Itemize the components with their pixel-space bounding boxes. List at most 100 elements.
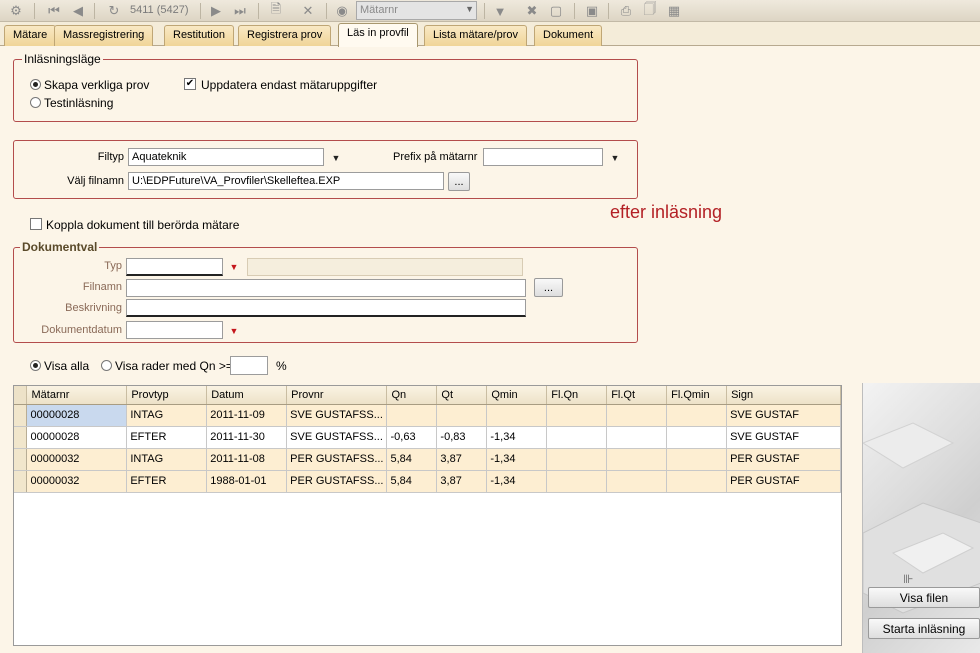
- column-header-matarnr[interactable]: Mätarnr: [26, 386, 128, 405]
- table-cell[interactable]: [546, 470, 608, 493]
- tab-massregistrering[interactable]: Massregistrering: [54, 25, 154, 46]
- table-cell[interactable]: -1,34: [486, 426, 548, 449]
- table-cell[interactable]: [666, 470, 728, 493]
- table-cell[interactable]: 2011-11-30: [206, 426, 288, 449]
- column-header-fl-qt[interactable]: Fl.Qt: [606, 386, 668, 405]
- column-header-fl-qn[interactable]: Fl.Qn: [546, 386, 608, 405]
- table-row[interactable]: 00000032 EFTER 1988-01-01 PER GUSTAFSS..…: [14, 470, 841, 493]
- table-cell[interactable]: [546, 448, 608, 471]
- table-cell[interactable]: -0,63: [386, 426, 438, 449]
- meter-icon[interactable]: ⚙: [6, 1, 26, 21]
- document-date-dropdown-icon[interactable]: ▼: [225, 323, 243, 339]
- table-cell[interactable]: 3,87: [436, 470, 488, 493]
- document-filename-input[interactable]: [126, 279, 526, 297]
- table-cell[interactable]: -1,34: [486, 470, 548, 493]
- table-cell[interactable]: [606, 470, 668, 493]
- table-cell[interactable]: PER GUSTAFSS...: [286, 470, 388, 493]
- table-cell[interactable]: 3,87: [436, 448, 488, 471]
- table-cell[interactable]: -1,34: [486, 448, 548, 471]
- table-cell[interactable]: 00000028: [26, 426, 128, 449]
- refresh-icon[interactable]: ↻: [104, 1, 124, 21]
- new-record-icon[interactable]: 🗎: [266, 1, 286, 21]
- filter-icon[interactable]: ▼: [490, 1, 510, 21]
- samples-grid[interactable]: Mätarnr Provtyp Datum Provnr Qn Qt Qmin …: [13, 385, 842, 646]
- table-cell[interactable]: [606, 404, 668, 427]
- table-cell[interactable]: 2011-11-09: [206, 404, 288, 427]
- table-cell[interactable]: [666, 404, 728, 427]
- description-input[interactable]: [126, 299, 526, 317]
- column-header-qn[interactable]: Qn: [386, 386, 438, 405]
- row-indicator[interactable]: [14, 426, 28, 449]
- tab-lista-matare-prov[interactable]: Lista mätare/prov: [424, 25, 527, 46]
- column-header-provtyp[interactable]: Provtyp: [126, 386, 208, 405]
- table-cell[interactable]: 00000028: [26, 404, 128, 427]
- delete-icon[interactable]: ✕: [298, 1, 318, 21]
- browse-document-button[interactable]: ...: [534, 278, 563, 297]
- table-row[interactable]: 00000028 INTAG 2011-11-09 SVE GUSTAFSS..…: [14, 404, 841, 427]
- show-rows-radio[interactable]: [101, 360, 112, 371]
- table-cell[interactable]: 1988-01-01: [206, 470, 288, 493]
- filetype-dropdown-icon[interactable]: ▼: [327, 150, 345, 166]
- table-cell[interactable]: 00000032: [26, 448, 128, 471]
- column-header-qmin[interactable]: Qmin: [486, 386, 548, 405]
- tab-restitution[interactable]: Restitution: [164, 25, 234, 46]
- column-header-fl-qmin[interactable]: Fl.Qmin: [666, 386, 728, 405]
- table-cell[interactable]: EFTER: [126, 470, 208, 493]
- update-only-checkbox[interactable]: ✔: [184, 78, 196, 90]
- table-cell[interactable]: PER GUSTAFSS...: [286, 448, 388, 471]
- column-header-qt[interactable]: Qt: [436, 386, 488, 405]
- table-cell[interactable]: [546, 404, 608, 427]
- prefix-dropdown-icon[interactable]: ▼: [606, 150, 624, 166]
- link-documents-checkbox[interactable]: [30, 218, 42, 230]
- row-indicator[interactable]: [14, 470, 28, 493]
- first-record-icon[interactable]: ⏮: [44, 1, 64, 21]
- table-cell[interactable]: 00000032: [26, 470, 128, 493]
- clear-filter-icon[interactable]: ✖: [522, 1, 542, 21]
- table-cell[interactable]: PER GUSTAF: [726, 448, 841, 471]
- column-header-sign[interactable]: Sign: [726, 386, 841, 405]
- prefix-combo[interactable]: [483, 148, 603, 166]
- print-icon[interactable]: ⎙: [616, 1, 636, 21]
- table-cell[interactable]: INTAG: [126, 404, 208, 427]
- form-icon[interactable]: ▣: [582, 1, 602, 21]
- table-cell[interactable]: SVE GUSTAFSS...: [286, 426, 388, 449]
- column-header-datum[interactable]: Datum: [206, 386, 288, 405]
- qn-threshold-input[interactable]: [230, 356, 268, 375]
- tab-registrera-prov[interactable]: Registrera prov: [238, 25, 332, 46]
- table-cell[interactable]: [666, 448, 728, 471]
- start-import-button[interactable]: Starta inläsning: [868, 618, 980, 639]
- table-cell[interactable]: EFTER: [126, 426, 208, 449]
- table-cell[interactable]: [436, 404, 488, 427]
- table-cell[interactable]: INTAG: [126, 448, 208, 471]
- browse-file-button[interactable]: ...: [448, 172, 470, 191]
- table-cell[interactable]: [606, 448, 668, 471]
- table-cell[interactable]: 5,84: [386, 448, 438, 471]
- table-cell[interactable]: [606, 426, 668, 449]
- show-file-button[interactable]: Visa filen: [868, 587, 980, 608]
- display-icon[interactable]: ▢: [546, 1, 566, 21]
- print-preview-icon[interactable]: 🗍: [640, 1, 660, 21]
- filetype-combo[interactable]: Aquateknik: [128, 148, 324, 166]
- next-record-icon[interactable]: ▶: [206, 1, 226, 21]
- document-type-dropdown-icon[interactable]: ▼: [225, 259, 243, 275]
- table-cell[interactable]: PER GUSTAF: [726, 470, 841, 493]
- table-row[interactable]: 00000028 EFTER 2011-11-30 SVE GUSTAFSS..…: [14, 426, 841, 449]
- search-field[interactable]: Mätarnr ▼: [356, 1, 477, 20]
- export-icon[interactable]: ▦: [664, 1, 684, 21]
- binoculars-icon[interactable]: ◉: [332, 1, 352, 21]
- table-row[interactable]: 00000032 INTAG 2011-11-08 PER GUSTAFSS..…: [14, 448, 841, 471]
- test-import-radio[interactable]: [30, 97, 41, 108]
- table-cell[interactable]: 5,84: [386, 470, 438, 493]
- filename-input[interactable]: U:\EDPFuture\VA_Provfiler\Skelleftea.EXP: [128, 172, 444, 190]
- table-cell[interactable]: [486, 404, 548, 427]
- document-type-combo[interactable]: [126, 258, 223, 276]
- table-cell[interactable]: -0,83: [436, 426, 488, 449]
- table-cell[interactable]: SVE GUSTAFSS...: [286, 404, 388, 427]
- table-cell[interactable]: SVE GUSTAF: [726, 404, 841, 427]
- document-date-input[interactable]: [126, 321, 223, 339]
- show-all-radio[interactable]: [30, 360, 41, 371]
- table-cell[interactable]: [666, 426, 728, 449]
- tab-las-in-provfil[interactable]: Läs in provfil: [338, 23, 418, 47]
- last-record-icon[interactable]: ⏭: [230, 1, 250, 21]
- tab-matare[interactable]: Mätare: [4, 25, 57, 46]
